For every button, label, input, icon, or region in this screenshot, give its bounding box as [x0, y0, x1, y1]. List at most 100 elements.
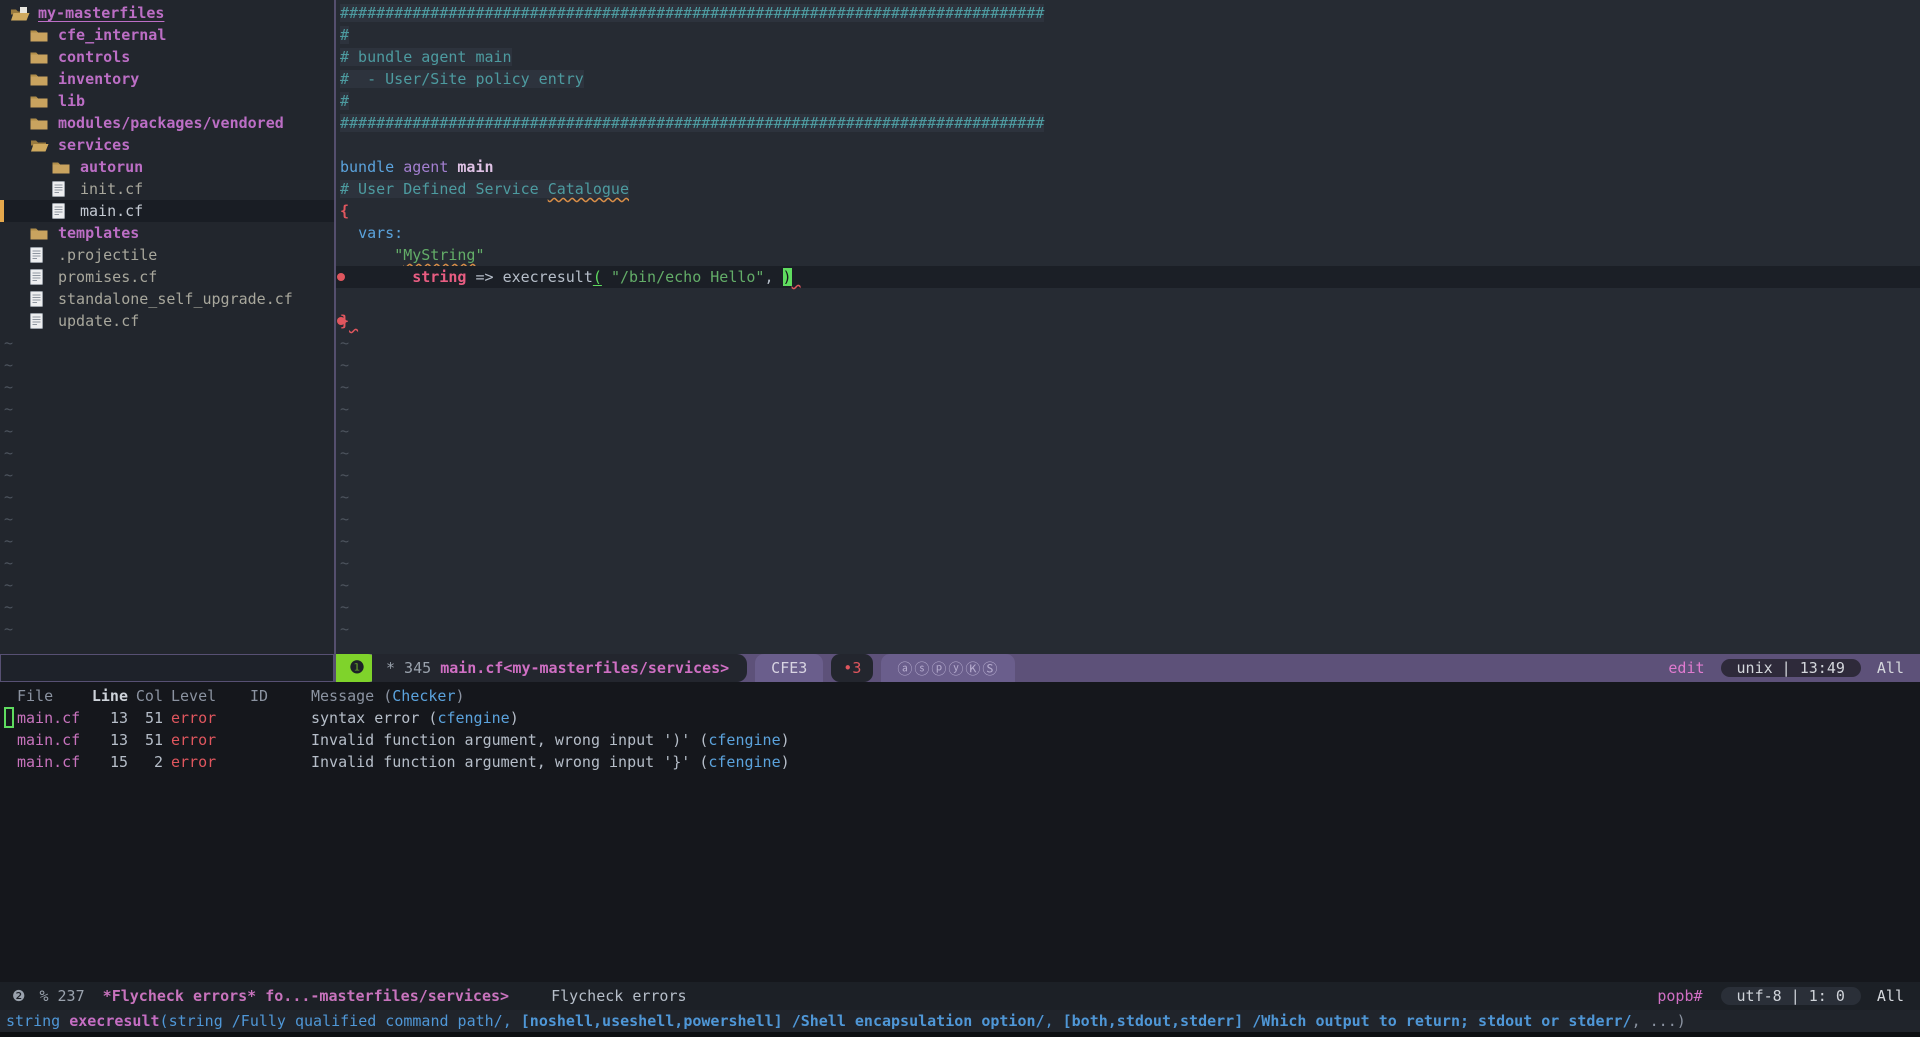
code-line[interactable]: # — [336, 90, 1920, 112]
tree-item[interactable]: modules/packages/vendored — [0, 112, 334, 134]
minor-modes[interactable]: ⓐⓢⓟⓨⓀⓈ — [881, 654, 1015, 682]
error-id — [250, 729, 311, 751]
code-token: execresult — [503, 268, 593, 286]
error-level: error — [163, 707, 250, 729]
tree-item[interactable]: standalone_self_upgrade.cf — [0, 288, 334, 310]
file-icon — [30, 269, 50, 285]
tree-item[interactable]: inventory — [0, 68, 334, 90]
tree-item[interactable]: autorun — [0, 156, 334, 178]
error-file: main.cf — [17, 729, 88, 751]
code-line[interactable]: # - User/Site policy entry — [336, 68, 1920, 90]
tree-item[interactable]: templates — [0, 222, 334, 244]
header-line: Line — [88, 685, 128, 707]
message-text: ) — [781, 731, 790, 749]
eldoc-token: ( — [160, 1012, 169, 1030]
code-token — [340, 268, 412, 286]
major-mode[interactable]: Flycheck errors — [551, 987, 686, 1005]
code-token: string — [412, 268, 466, 286]
empty-line-tilde: ~ — [0, 464, 334, 486]
error-line: 13 — [88, 729, 128, 751]
error-col: 2 — [128, 751, 163, 773]
buffer-info: * 345 main.cf<my-masterfiles/services> — [372, 654, 747, 682]
code-line[interactable]: # bundle agent main — [336, 46, 1920, 68]
empty-line-tilde: ~ — [336, 332, 1920, 354]
major-mode-tab[interactable]: CFE3 — [755, 654, 823, 682]
eldoc-token: [both,stdout,stderr] /Which output to re… — [1063, 1012, 1632, 1030]
empty-line-tilde: ~ — [0, 420, 334, 442]
flycheck-error-list[interactable]: File Line Col Level ID Message (Checker)… — [0, 682, 1920, 982]
tree-item[interactable]: lib — [0, 90, 334, 112]
code-line[interactable]: { — [336, 200, 1920, 222]
code-line[interactable]: # — [336, 24, 1920, 46]
empty-line-tilde: ~ — [0, 354, 334, 376]
folder-icon — [52, 159, 72, 175]
buffer-name[interactable]: main.cf<my-masterfiles/services> — [440, 659, 729, 677]
empty-line-tilde: ~ — [336, 508, 1920, 530]
code-token: Catalogue — [548, 180, 629, 198]
tree-item-label: .projectile — [58, 244, 157, 266]
code-line[interactable]: bundle agent main — [336, 156, 1920, 178]
error-message: Invalid function argument, wrong input '… — [311, 751, 1920, 773]
tree-item[interactable]: services — [0, 134, 334, 156]
error-row[interactable]: main.cf1351errorsyntax error (cfengine) — [0, 707, 1920, 729]
code-token: , — [764, 268, 773, 286]
eldoc-token: execresult — [69, 1012, 159, 1030]
code-line[interactable]: "MyString" — [336, 244, 1920, 266]
scroll-indicator: All — [1877, 659, 1904, 677]
file-icon — [30, 291, 50, 307]
code-line[interactable]: ########################################… — [336, 2, 1920, 24]
code-line[interactable]: ########################################… — [336, 112, 1920, 134]
code-line[interactable]: # User Defined Service Catalogue — [336, 178, 1920, 200]
tree-item[interactable]: controls — [0, 46, 334, 68]
header-file: File — [17, 685, 88, 707]
window-number-badge: ❷ — [12, 987, 25, 1005]
error-count[interactable]: •3 — [831, 654, 873, 682]
code-line[interactable]: string => execresult( "/bin/echo Hello",… — [336, 266, 1920, 288]
file-icon — [52, 203, 72, 219]
code-line[interactable] — [336, 134, 1920, 156]
code-line[interactable]: vars: — [336, 222, 1920, 244]
tree-item[interactable]: cfe_internal — [0, 24, 334, 46]
error-row[interactable]: main.cf152errorInvalid function argument… — [0, 751, 1920, 773]
tree-item[interactable]: update.cf — [0, 310, 334, 332]
tree-item-label: init.cf — [80, 178, 143, 200]
tree-item[interactable]: my-masterfiles — [0, 2, 334, 24]
tree-item-label: templates — [58, 222, 139, 244]
empty-line-tilde: ~ — [336, 574, 1920, 596]
code-token: # - User/Site policy entry — [340, 70, 584, 88]
tree-item[interactable]: main.cf — [0, 200, 334, 222]
editor-buffer[interactable]: ########################################… — [336, 0, 1920, 654]
code-token: vars: — [358, 224, 403, 242]
message-text: ) — [510, 709, 519, 727]
folder-icon — [30, 225, 50, 241]
empty-line-tilde: ~ — [0, 486, 334, 508]
file-tree[interactable]: my-masterfilescfe_internalcontrolsinvent… — [0, 0, 334, 654]
text-cursor: ) — [783, 268, 792, 286]
error-col: 51 — [128, 707, 163, 729]
error-bullet-icon: • — [843, 659, 852, 677]
code-token: => — [475, 268, 493, 286]
code-line[interactable]: } — [336, 310, 1920, 332]
empty-line-tilde: ~ — [0, 574, 334, 596]
eldoc-token: , — [503, 1012, 521, 1030]
code-token — [602, 268, 611, 286]
encoding-position: utf-8 | 1: 0 — [1721, 987, 1861, 1005]
tree-item[interactable]: .projectile — [0, 244, 334, 266]
popup-state: popb# — [1657, 987, 1702, 1005]
empty-line-tilde: ~ — [336, 354, 1920, 376]
echo-area[interactable]: string execresult(string /Fully qualifie… — [0, 1010, 1920, 1037]
tree-item[interactable]: init.cf — [0, 178, 334, 200]
code-line[interactable] — [336, 288, 1920, 310]
tree-item-label: modules/packages/vendored — [58, 112, 284, 134]
checker-name: cfengine — [708, 753, 780, 771]
file-icon — [52, 181, 72, 197]
flycheck-header: File Line Col Level ID Message (Checker) — [0, 685, 1920, 707]
error-file: main.cf — [17, 707, 88, 729]
buffer-name[interactable]: *Flycheck errors* fo...-masterfiles/serv… — [103, 987, 509, 1005]
code-token: { — [340, 202, 349, 220]
error-row[interactable]: main.cf1351errorInvalid function argumen… — [0, 729, 1920, 751]
empty-line-tilde: ~ — [336, 398, 1920, 420]
code-token: ( — [593, 268, 602, 286]
empty-line-tilde: ~ — [0, 552, 334, 574]
tree-item[interactable]: promises.cf — [0, 266, 334, 288]
